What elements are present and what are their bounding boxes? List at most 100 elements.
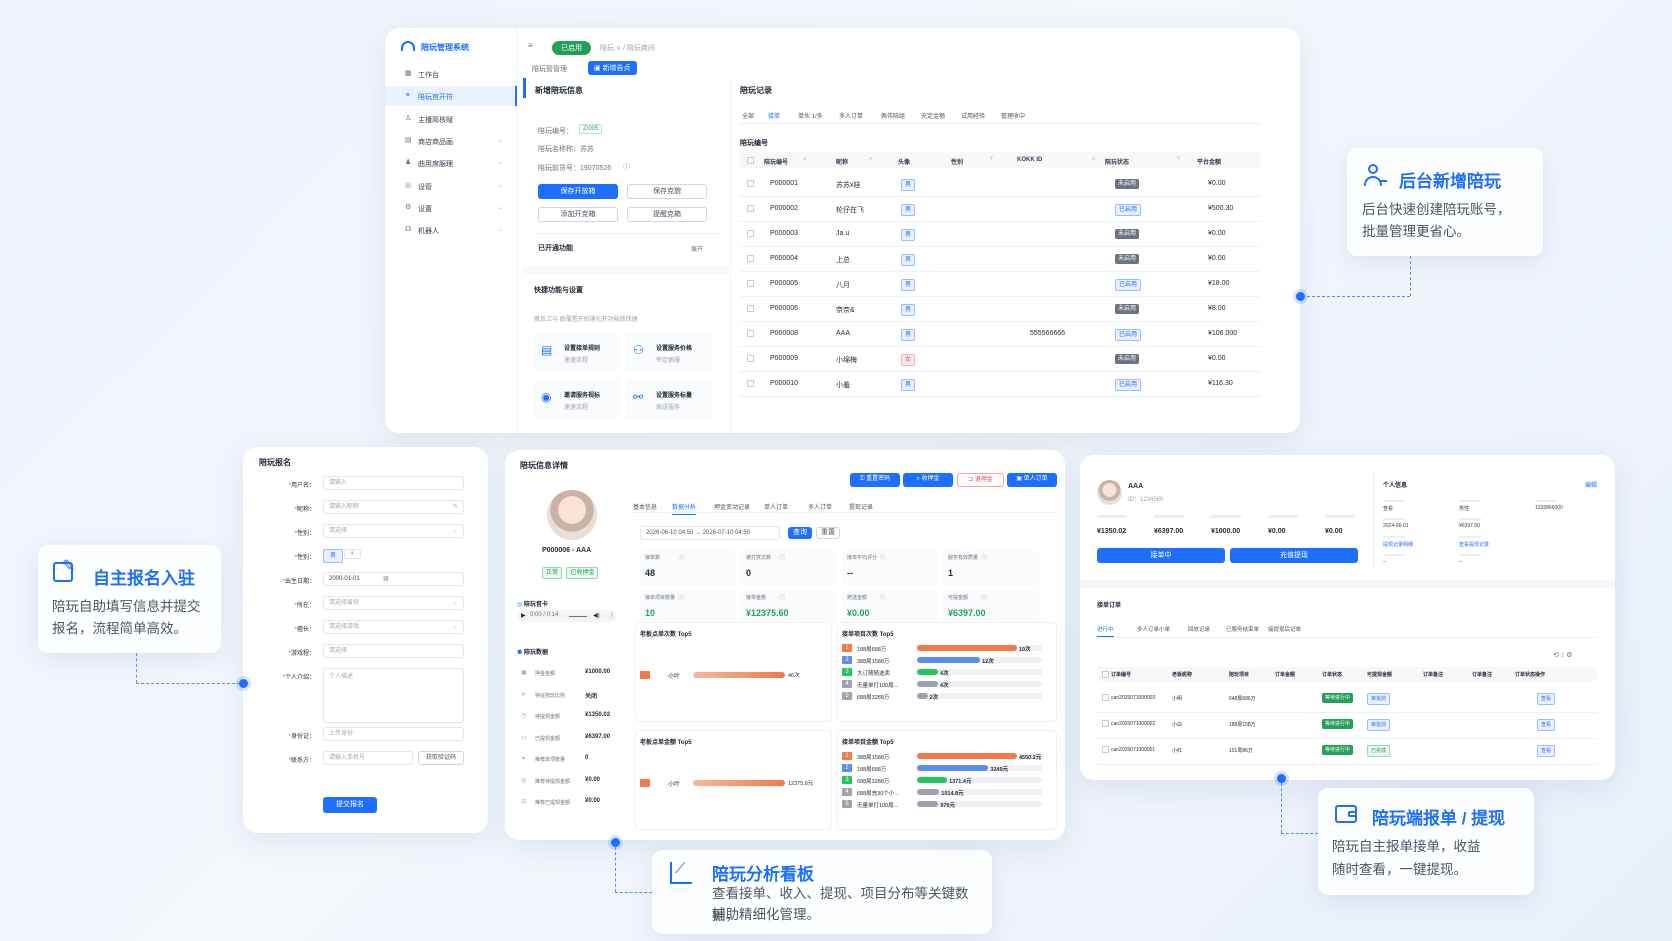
reset-button[interactable]: 重置 bbox=[816, 527, 840, 539]
taking-orders-button[interactable]: 接单中 bbox=[1097, 548, 1225, 563]
signup-input-0[interactable]: 请输入 bbox=[323, 476, 464, 490]
row-checkbox[interactable] bbox=[747, 255, 754, 262]
record-tab-5[interactable]: 充定金额 bbox=[921, 111, 945, 120]
filter-icon[interactable]: ⊤ bbox=[1176, 156, 1181, 163]
query-button[interactable]: 查询 bbox=[788, 527, 812, 539]
remind-button[interactable]: 提醒克箱 bbox=[627, 207, 707, 222]
volume-icon[interactable]: ◀) bbox=[593, 612, 600, 619]
order-tab-4[interactable]: 接提现后记单 bbox=[1268, 625, 1301, 633]
record-tab-2[interactable]: 单伙 1/多 bbox=[798, 111, 823, 120]
record-tab-0[interactable]: 全部 bbox=[742, 111, 754, 120]
filter-icon[interactable]: ⊤ bbox=[989, 156, 994, 163]
get-code-button[interactable]: 获取验证码 bbox=[418, 751, 464, 765]
record-tab-4[interactable]: 佩伟陪组 bbox=[881, 111, 905, 120]
search-icon[interactable]: ⌕ bbox=[1092, 156, 1095, 163]
intro-textarea[interactable]: 个人描述 bbox=[323, 668, 464, 723]
order-row[interactable]: can2025071000001 小红 101局86万 等待进行中 已完成 查看 bbox=[1097, 739, 1597, 765]
detail-tab-3[interactable]: 单人订单 bbox=[764, 502, 788, 511]
signup-input-6[interactable]: 请选择游戏 bbox=[323, 620, 464, 634]
orders-select-all[interactable] bbox=[1102, 671, 1109, 678]
order-row[interactable]: can2025071000002 小白 188局158万 等待进行中 审批前 查看 bbox=[1097, 713, 1597, 739]
quick-item-2[interactable]: ◉ 邀请服务视标 速速流程 bbox=[534, 379, 620, 419]
action-button-1[interactable]: ⌕ 收押金 bbox=[903, 473, 953, 487]
action-button-2[interactable]: ⊐ 退押金 bbox=[957, 473, 1004, 487]
row-checkbox[interactable] bbox=[747, 230, 754, 237]
table-row[interactable]: P000002 轮仔在飞 男 已启用 ¥500.30 bbox=[740, 197, 1260, 222]
withdraw-button[interactable]: 充值提现 bbox=[1230, 548, 1358, 563]
table-row[interactable]: P000006 奈奈& 男 未启用 ¥8.00 bbox=[740, 297, 1260, 322]
tab-manage[interactable]: 陪玩管管理 bbox=[532, 64, 567, 74]
sidebar-item-0[interactable]: ▦ 工作台 bbox=[385, 64, 517, 84]
quick-item-3[interactable]: ⚯ 设置服务标量 佩送服务 bbox=[626, 379, 712, 419]
calendar-icon[interactable]: ▦ bbox=[383, 575, 389, 582]
audio-player[interactable]: ▶ 0:00 / 0:14 ◀) ⋮ bbox=[517, 610, 617, 622]
edit-link[interactable]: 编辑 bbox=[1585, 480, 1597, 489]
search-icon[interactable]: ⌕ bbox=[869, 156, 872, 163]
sidebar-item-5[interactable]: ◎ 设管 ⌄ bbox=[385, 176, 517, 196]
settings-icon[interactable]: ⚙ bbox=[1566, 652, 1572, 659]
row-checkbox[interactable] bbox=[747, 330, 754, 337]
row-checkbox[interactable] bbox=[747, 355, 754, 362]
save-open-button[interactable]: 保存开放箱 bbox=[538, 184, 618, 199]
record-tab-7[interactable]: 管理收中 bbox=[1001, 111, 1025, 120]
table-row[interactable]: P000003 Ja.u 男 未启用 ¥0.00 bbox=[740, 222, 1260, 247]
gender-male-option[interactable]: 男 bbox=[323, 549, 344, 563]
order-tab-3[interactable]: 已服务结束单 bbox=[1226, 625, 1259, 633]
table-row[interactable]: P000008 AAA 男 555566666 已启用 ¥106.000 bbox=[740, 322, 1260, 347]
record-tab-3[interactable]: 多人订单 bbox=[839, 111, 863, 120]
save-button[interactable]: 保存克貌 bbox=[627, 184, 707, 199]
signup-input-7[interactable]: 请选择 bbox=[323, 644, 464, 658]
select-all-checkbox[interactable] bbox=[747, 157, 754, 164]
row-checkbox[interactable] bbox=[747, 280, 754, 287]
order-row[interactable]: can2025071000003 小明 648局686万 等待进行中 审批前 查看 bbox=[1097, 687, 1597, 713]
signup-input-1[interactable]: 请输入昵称 bbox=[323, 500, 464, 514]
signup-input-10[interactable]: 请输入手机号 bbox=[323, 751, 413, 765]
row-checkbox[interactable] bbox=[747, 180, 754, 187]
add-open-button[interactable]: 添加开克箱 bbox=[538, 207, 618, 222]
action-button-0[interactable]: ⚿ 重置密码 bbox=[850, 473, 900, 487]
detail-tab-0[interactable]: 基本信息 bbox=[633, 502, 657, 511]
more-icon[interactable]: ⋮ bbox=[609, 612, 615, 619]
row-checkbox[interactable] bbox=[1102, 720, 1109, 727]
sidebar-item-7[interactable]: ☊ 机器人 ⌄ bbox=[385, 220, 517, 240]
expand-link[interactable]: 展开 bbox=[691, 244, 703, 253]
table-row[interactable]: P000009 小绵梅 女 未启用 ¥0.00 bbox=[740, 347, 1260, 372]
row-checkbox[interactable] bbox=[747, 205, 754, 212]
play-icon[interactable]: ▶ bbox=[521, 612, 526, 619]
quick-item-1[interactable]: ⚇ 设置服务价格 帝定佩服 bbox=[626, 332, 712, 372]
row-checkbox[interactable] bbox=[747, 380, 754, 387]
action-button-3[interactable]: ▣ 单人订单 bbox=[1007, 473, 1057, 487]
sidebar-item-6[interactable]: ⚙ 设置 ⌄ bbox=[385, 198, 517, 218]
tab-add[interactable]: ▣ 新增告贞 bbox=[588, 61, 637, 75]
order-view-button[interactable]: 查看 bbox=[1537, 693, 1556, 705]
signup-input-4[interactable]: 2000-01-01 bbox=[323, 572, 464, 586]
signup-input-2[interactable]: 请选择 bbox=[323, 524, 464, 538]
gender-female-option[interactable]: ♀ bbox=[344, 549, 361, 559]
order-view-button[interactable]: 查看 bbox=[1537, 745, 1556, 757]
table-tools[interactable]: ⟲ ↕ ⚙ bbox=[1553, 651, 1573, 659]
detail-tab-5[interactable]: 提现记录 bbox=[849, 502, 873, 511]
row-checkbox[interactable] bbox=[1102, 694, 1109, 701]
quick-item-0[interactable]: ▤ 设置接单规则 速速流程 bbox=[534, 332, 620, 372]
detail-tab-4[interactable]: 多人订单 bbox=[808, 502, 832, 511]
refresh-icon[interactable]: ⟲ bbox=[1553, 652, 1559, 659]
table-row[interactable]: P000001 苏苏x娃 男 未启用 ¥0.00 bbox=[740, 172, 1260, 197]
submit-button[interactable]: 提交报名 bbox=[323, 797, 377, 813]
height-icon[interactable]: ↕ bbox=[1561, 652, 1565, 659]
order-tab-2[interactable]: 回放记录 bbox=[1188, 625, 1210, 633]
detail-tab-2[interactable]: 押金变动记录 bbox=[714, 502, 750, 511]
edit-icon[interactable]: ✎ bbox=[453, 503, 458, 510]
table-row[interactable]: P000004 上总 男 未启用 ¥0.00 bbox=[740, 247, 1260, 272]
menu-toggle-icon[interactable]: ≡ bbox=[528, 41, 533, 50]
order-view-button[interactable]: 查看 bbox=[1537, 719, 1556, 731]
sidebar-item-3[interactable]: ▤ 商店商品画 ⌄ bbox=[385, 131, 517, 151]
date-range-input[interactable]: 2026-06-10 04:50 → 2026-07-10 04:50 bbox=[640, 526, 780, 540]
record-tab-6[interactable]: 试用经验 bbox=[961, 111, 985, 120]
table-row[interactable]: P000005 八月 男 已启用 ¥18.00 bbox=[740, 272, 1260, 297]
row-checkbox[interactable] bbox=[1102, 746, 1109, 753]
table-row[interactable]: P000010 小羞 男 已启用 ¥116.30 bbox=[740, 372, 1260, 397]
order-tab-0[interactable]: 进行中 bbox=[1097, 625, 1114, 637]
sidebar-item-4[interactable]: ♟ 曲用席服理 ⌄ bbox=[385, 153, 517, 173]
detail-tab-1[interactable]: 数据分析 bbox=[672, 502, 697, 515]
signup-input-9[interactable]: 上传身份 bbox=[323, 727, 464, 741]
